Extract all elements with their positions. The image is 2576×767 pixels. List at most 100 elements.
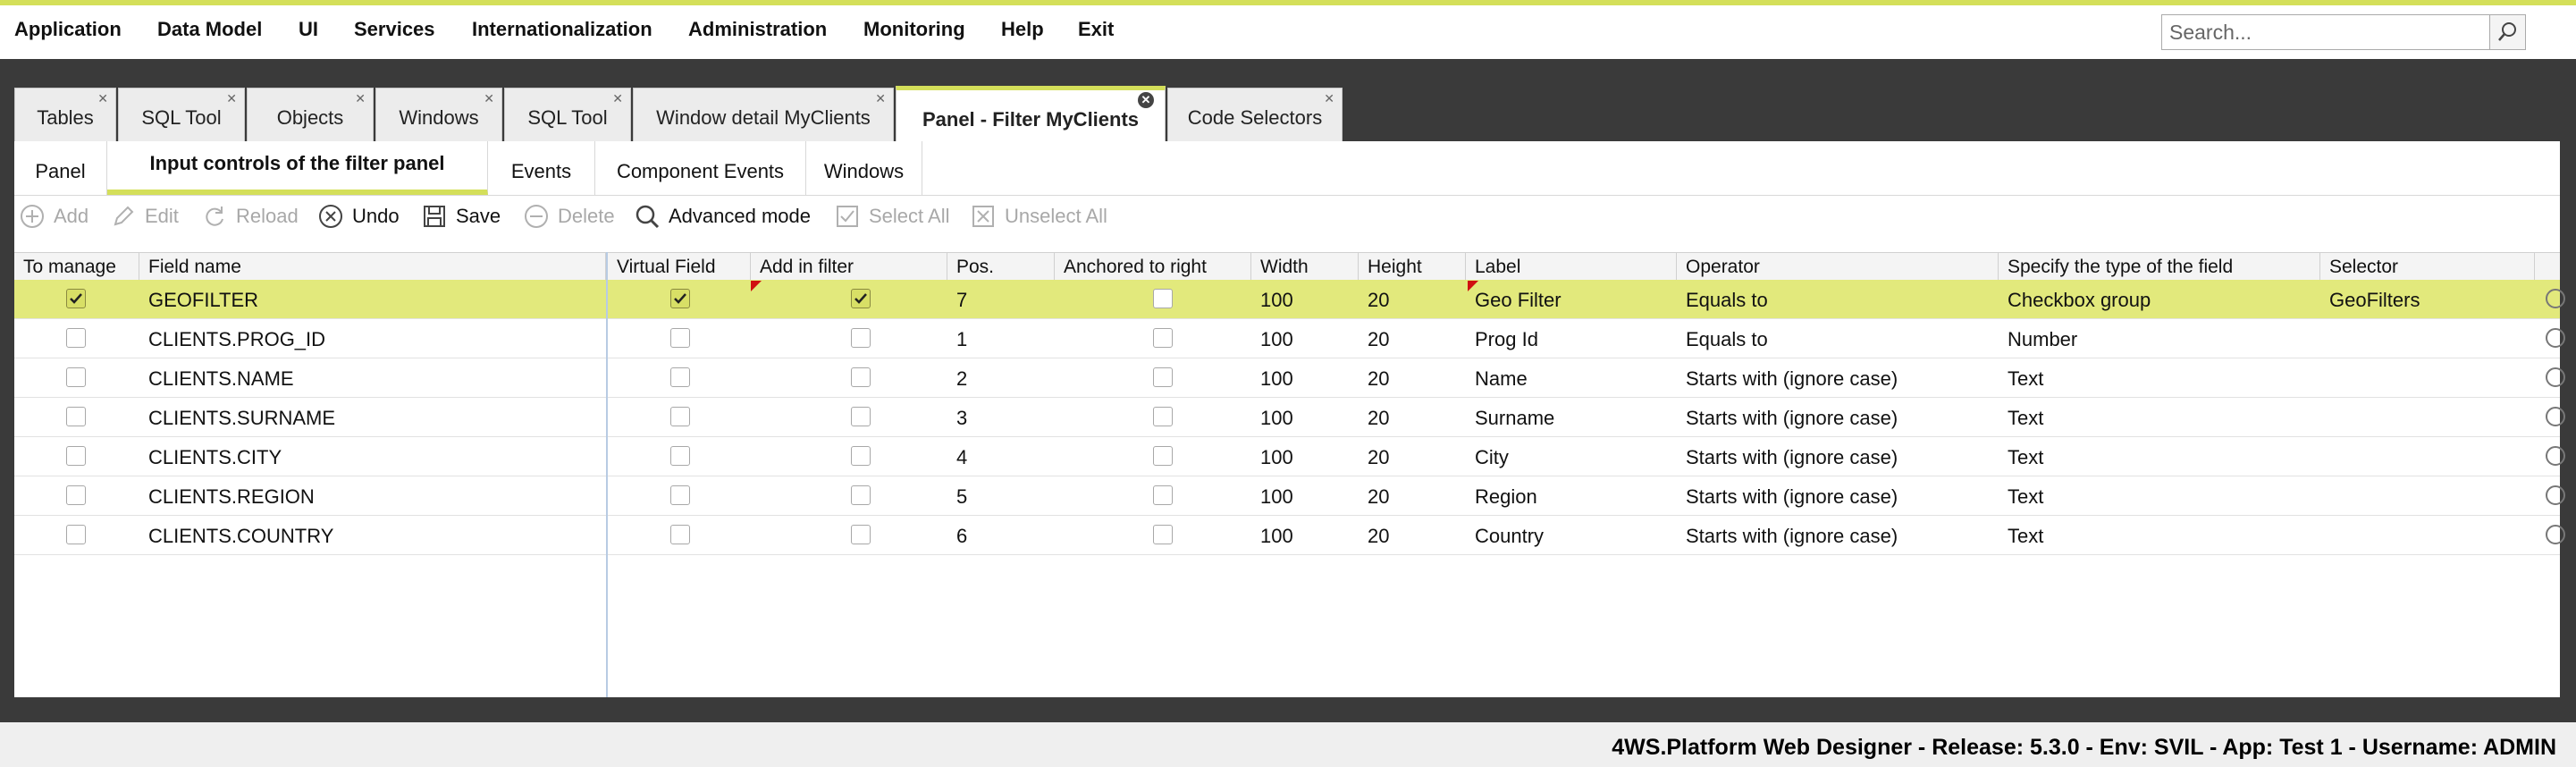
cell-pos[interactable]: 3	[947, 398, 1055, 436]
cell-label[interactable]: Surname	[1466, 398, 1677, 436]
reload-button[interactable]: Reload	[202, 202, 318, 231]
row-action-icon[interactable]	[2546, 485, 2565, 505]
checkbox[interactable]	[670, 367, 690, 387]
cell-virtual[interactable]	[608, 476, 751, 515]
cell-virtual[interactable]	[608, 358, 751, 397]
delete-button[interactable]: Delete	[524, 202, 631, 231]
cell-field[interactable]: CLIENTS.REGION	[139, 476, 606, 515]
cell-operator[interactable]: Starts with (ignore case)	[1677, 437, 1999, 476]
close-icon[interactable]: ✕	[875, 92, 886, 105]
menu-exit[interactable]: Exit	[1078, 18, 1114, 41]
cell-in-filter[interactable]	[751, 319, 947, 358]
cell-to-manage[interactable]	[14, 358, 139, 397]
row-action-icon[interactable]	[2546, 407, 2565, 426]
col-field-type[interactable]: Specify the type of the field	[1999, 253, 2320, 280]
cell-field[interactable]: CLIENTS.CITY	[139, 437, 606, 476]
checkbox[interactable]	[851, 328, 871, 348]
column-splitter[interactable]	[606, 252, 608, 697]
cell-to-manage[interactable]	[14, 476, 139, 515]
checkbox[interactable]	[670, 407, 690, 426]
row-action-icon[interactable]	[2546, 328, 2565, 348]
row-action-icon[interactable]	[2546, 446, 2565, 466]
cell-anchored[interactable]	[1055, 319, 1251, 358]
col-field-name[interactable]: Field name	[139, 253, 606, 280]
checkbox[interactable]	[66, 525, 86, 544]
close-icon[interactable]: ✕	[612, 92, 623, 105]
checkbox[interactable]	[670, 328, 690, 348]
table-row[interactable]: CLIENTS.PROG_ID 1 100 20 Prog Id Equals to Num…	[14, 319, 2565, 358]
cell-width[interactable]: 100	[1251, 476, 1359, 515]
cell-pos[interactable]: 4	[947, 437, 1055, 476]
cell-type[interactable]: Text	[1999, 358, 2320, 397]
checkbox[interactable]	[66, 485, 86, 505]
table-row[interactable]: GEOFILTER 7 100 20 Geo Filter Equals to Checkb…	[14, 280, 2565, 319]
menu-application[interactable]: Application	[14, 18, 122, 41]
cell-virtual[interactable]	[608, 398, 751, 436]
cell-selector[interactable]	[2320, 476, 2535, 515]
col-virtual-field[interactable]: Virtual Field	[608, 253, 751, 280]
checkbox[interactable]	[1153, 525, 1173, 544]
cell-to-manage[interactable]	[14, 319, 139, 358]
close-icon[interactable]: ✕	[1324, 92, 1334, 105]
checkbox[interactable]	[66, 367, 86, 387]
checkbox[interactable]	[851, 367, 871, 387]
subtab-panel[interactable]: Panel	[14, 141, 107, 195]
cell-in-filter[interactable]	[751, 358, 947, 397]
cell-selector[interactable]	[2320, 358, 2535, 397]
cell-anchored[interactable]	[1055, 280, 1251, 318]
checkbox[interactable]	[670, 525, 690, 544]
cell-operator[interactable]: Starts with (ignore case)	[1677, 476, 1999, 515]
menu-help[interactable]: Help	[1001, 18, 1044, 41]
cell-selector[interactable]	[2320, 516, 2535, 554]
add-button[interactable]: Add	[20, 202, 109, 231]
cell-label[interactable]: Name	[1466, 358, 1677, 397]
cell-type[interactable]: Text	[1999, 476, 2320, 515]
checkbox[interactable]	[851, 289, 871, 308]
undo-button[interactable]: Undo	[318, 202, 425, 231]
cell-label[interactable]: Region	[1466, 476, 1677, 515]
cell-label[interactable]: City	[1466, 437, 1677, 476]
select-all-button[interactable]: Select All	[835, 202, 969, 231]
cell-to-manage[interactable]	[14, 437, 139, 476]
cell-virtual[interactable]	[608, 319, 751, 358]
cell-to-manage[interactable]	[14, 398, 139, 436]
cell-field[interactable]: CLIENTS.SURNAME	[139, 398, 606, 436]
col-anchored-to-right[interactable]: Anchored to right	[1055, 253, 1251, 280]
search-button[interactable]	[2489, 15, 2525, 49]
col-label[interactable]: Label	[1466, 253, 1677, 280]
subtab-input-controls[interactable]: Input controls of the filter panel	[107, 141, 488, 195]
cell-width[interactable]: 100	[1251, 398, 1359, 436]
cell-height[interactable]: 20	[1359, 358, 1466, 397]
cell-anchored[interactable]	[1055, 476, 1251, 515]
cell-operator[interactable]: Equals to	[1677, 319, 1999, 358]
cell-width[interactable]: 100	[1251, 437, 1359, 476]
close-icon[interactable]: ✕	[97, 92, 108, 105]
close-icon[interactable]: ✕	[484, 92, 494, 105]
cell-to-manage[interactable]	[14, 280, 139, 318]
tab-windows[interactable]: Windows ✕	[375, 88, 502, 141]
cell-in-filter[interactable]	[751, 516, 947, 554]
cell-height[interactable]: 20	[1359, 476, 1466, 515]
cell-type[interactable]: Text	[1999, 437, 2320, 476]
unselect-all-button[interactable]: Unselect All	[971, 202, 1132, 231]
close-icon[interactable]: ✕	[226, 92, 237, 105]
cell-selector[interactable]	[2320, 319, 2535, 358]
save-button[interactable]: Save	[422, 202, 520, 231]
cell-height[interactable]: 20	[1359, 398, 1466, 436]
cell-type[interactable]: Text	[1999, 398, 2320, 436]
close-icon[interactable]: ✕	[1138, 92, 1154, 108]
checkbox[interactable]	[66, 446, 86, 466]
checkbox[interactable]	[670, 289, 690, 308]
cell-in-filter[interactable]	[751, 280, 947, 318]
col-height[interactable]: Height	[1359, 253, 1466, 280]
cell-selector[interactable]	[2320, 437, 2535, 476]
tab-window-detail-myclients[interactable]: Window detail MyClients ✕	[633, 88, 894, 141]
cell-width[interactable]: 100	[1251, 319, 1359, 358]
cell-operator[interactable]: Starts with (ignore case)	[1677, 358, 1999, 397]
tab-tables[interactable]: Tables ✕	[14, 88, 116, 141]
cell-in-filter[interactable]	[751, 398, 947, 436]
checkbox[interactable]	[66, 407, 86, 426]
cell-pos[interactable]: 2	[947, 358, 1055, 397]
tab-code-selectors[interactable]: Code Selectors ✕	[1167, 88, 1343, 141]
cell-height[interactable]: 20	[1359, 319, 1466, 358]
